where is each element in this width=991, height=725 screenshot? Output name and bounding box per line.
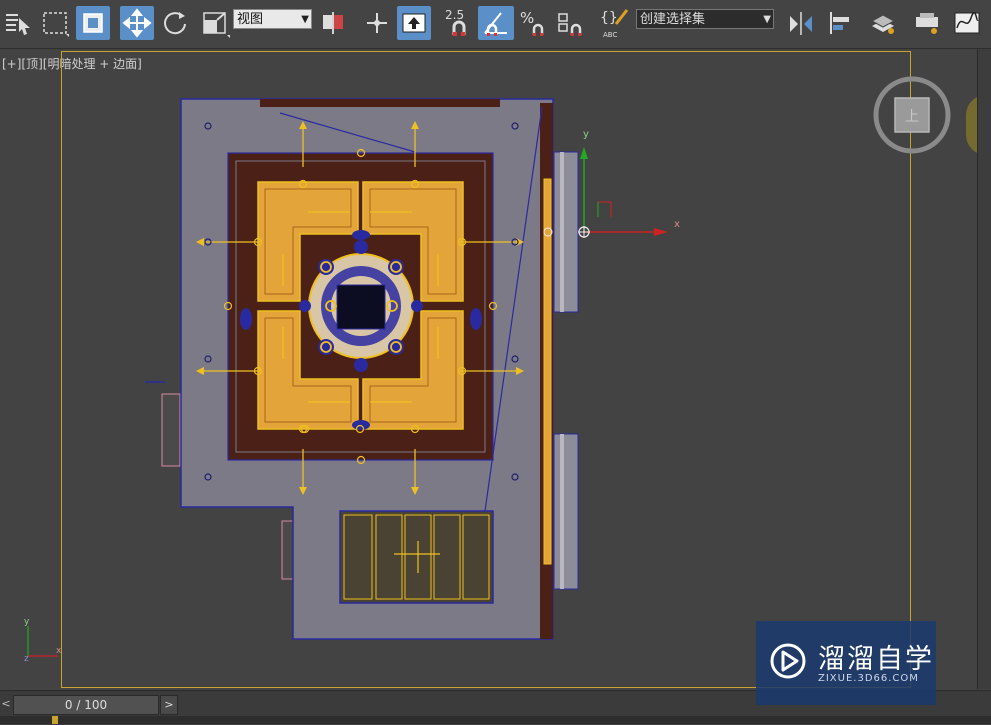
command-panel-edge[interactable] [977,49,991,689]
previous-frame-button[interactable]: < [0,695,12,713]
reference-coordinate-dropdown[interactable]: 视图 ▼ [233,9,312,29]
select-by-name-icon[interactable] [2,6,34,40]
keyboard-shortcut-override-icon[interactable] [397,6,431,40]
track-bar[interactable] [0,716,991,724]
mirror-icon[interactable] [784,6,818,40]
wall-panel-line [560,434,564,589]
toggle-scene-explorer-icon[interactable] [910,6,944,40]
snap-value-text: 2.5 [445,8,464,22]
slab-edge-top [260,99,500,107]
rosette-center [336,284,386,330]
angle-snap-toggle-icon[interactable] [478,6,514,40]
previous-frame-label: < [1,697,11,710]
next-frame-label: > [164,698,174,711]
percent-snap-toggle-icon[interactable]: % [516,6,552,40]
wall-panel-line [560,152,564,312]
watermark-title: 溜溜自学 [818,644,934,675]
align-icon[interactable] [824,6,858,40]
snaps-toggle-icon[interactable]: 2.5 [440,6,476,40]
rectangular-selection-icon[interactable] [38,6,72,40]
select-and-move-icon[interactable] [120,6,154,40]
window-crossing-toggle-icon[interactable] [76,6,110,40]
view-cube[interactable]: 上 [872,75,952,155]
watermark: 溜溜自学 ZIXUE.3D66.COM [756,621,936,705]
corner-axis-x-label: x [56,646,62,656]
gizmo-axis-x-label: x [674,219,680,230]
view-cube-face-label: 上 [905,109,919,125]
time-slider[interactable]: 0 / 100 [13,695,159,715]
next-frame-button[interactable]: > [160,695,178,715]
frame-readout: 0 / 100 [64,698,108,712]
wall-panel-lower [553,433,579,590]
edit-named-selection-icon[interactable]: {} ABC [598,6,634,40]
play-logo-icon [770,643,806,679]
bottom-cabinet-doors [343,514,490,600]
chevron-down-icon: ▼ [301,14,309,25]
select-and-rotate-icon[interactable] [158,6,192,40]
watermark-url: ZIXUE.3D66.COM [818,673,919,684]
layer-explorer-icon[interactable] [866,6,900,40]
named-selection-set-value: 创建选择集 [640,12,706,27]
reference-coordinate-value: 视图 [237,12,264,27]
abc-text: ABC [603,31,617,39]
wall-fixture-bottom [281,520,295,580]
wall-panel-upper [553,151,579,313]
named-selection-set-dropdown[interactable]: 创建选择集 ▼ [636,9,774,29]
chevron-down-icon: ▼ [763,14,771,25]
curve-editor-icon[interactable] [950,6,984,40]
svg-text:{}: {} [600,10,618,26]
current-frame-marker[interactable] [52,716,58,724]
corner-axis-y-label: y [24,617,30,627]
wall-fixture-left [161,393,181,467]
select-and-scale-icon[interactable] [198,6,232,40]
scene-canvas: y x y z x [24,98,680,664]
select-and-manipulate-icon[interactable] [360,6,394,40]
pivot-center-icon[interactable] [316,6,350,40]
percent-snap-text: % [520,9,534,27]
wood-strip-right [543,178,552,565]
spinner-snap-toggle-icon[interactable] [554,6,590,40]
main-toolbar: 视图 ▼ 2.5 % {} ABC 创建选择集 ▼ [0,0,991,49]
world-axis-tripod [27,626,58,657]
viewport-top[interactable]: [+][顶][明暗处理 + 边面] y x y z x 上 [0,49,991,689]
corner-axis-z-label: z [24,654,29,664]
gizmo-axis-y-label: y [583,129,589,140]
